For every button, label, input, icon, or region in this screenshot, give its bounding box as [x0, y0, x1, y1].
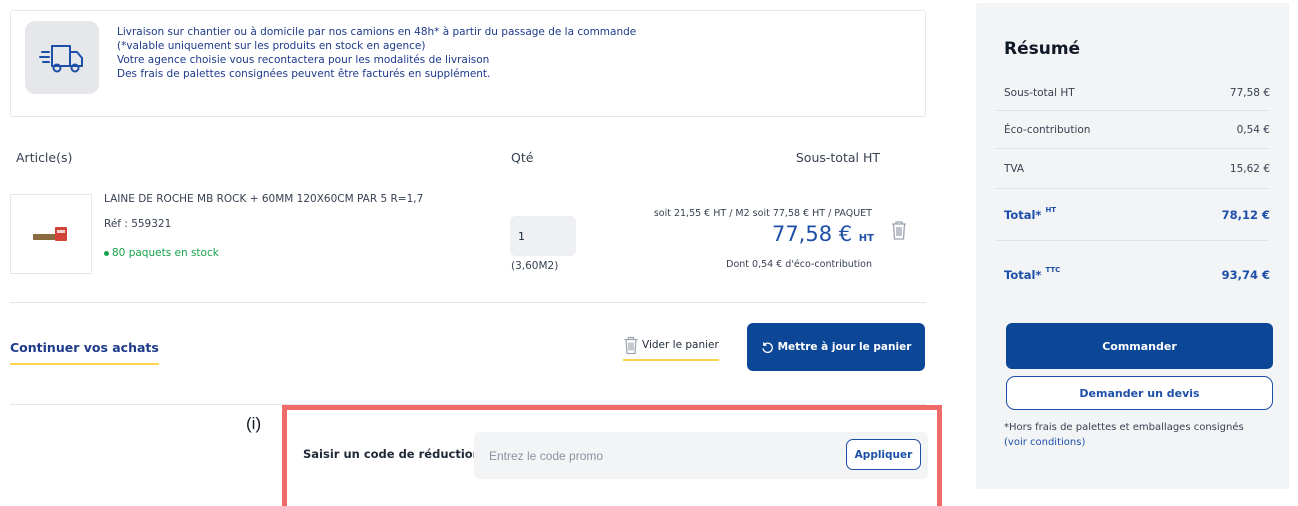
product-name[interactable]: LAINE DE ROCHE MB ROCK + 60MM 120X60CM P…: [104, 193, 423, 205]
summary-row-label: Éco-contribution: [1004, 124, 1091, 136]
summary-divider: [996, 110, 1269, 111]
qty-column-header: Qté: [511, 150, 534, 165]
request-quote-button[interactable]: Demander un devis: [1006, 376, 1273, 410]
subtotal-column-header: Sous-total HT: [795, 150, 880, 165]
update-cart-label: Mettre à jour le panier: [777, 341, 912, 353]
summary-note: *Hors frais de palettes et emballages co…: [1004, 420, 1284, 450]
quantity-input[interactable]: [510, 216, 576, 256]
annotation-label: (i): [246, 414, 262, 433]
conditions-link[interactable]: (voir conditions): [1004, 435, 1284, 450]
summary-row-label: Sous-total HT: [1004, 87, 1075, 99]
empty-cart-button[interactable]: Vider le panier: [623, 333, 719, 361]
total-ttc-label: Total* TTC: [1004, 266, 1061, 282]
summary-row-value: 77,58 €: [1229, 87, 1270, 99]
article-column-header: Article(s): [16, 150, 73, 165]
summary-row: TVA 15,62 €: [1004, 163, 1270, 175]
eco-contribution-note: Dont 0,54 € d'éco-contribution: [726, 259, 872, 270]
summary-title: Résumé: [1004, 39, 1081, 59]
total-ht-value: 78,12 €: [1221, 208, 1270, 222]
item-price-value: 77,58 €: [771, 222, 853, 246]
order-summary-panel: Résumé Sous-total HT 77,58 € Éco-contrib…: [976, 3, 1289, 489]
summary-row-value: 0,54 €: [1236, 124, 1270, 136]
update-cart-button[interactable]: Mettre à jour le panier: [747, 323, 925, 371]
item-price: 77,58 € HT: [690, 222, 874, 246]
trash-icon: [624, 336, 638, 354]
promo-code-input[interactable]: [474, 432, 834, 479]
delivery-info-box: Livraison sur chantier ou à domicile par…: [10, 10, 926, 117]
empty-cart-label: Vider le panier: [642, 338, 719, 351]
order-button[interactable]: Commander: [1006, 323, 1273, 369]
total-ht-sup: HT: [1045, 206, 1057, 214]
product-reference: Réf : 559321: [104, 218, 172, 230]
delivery-line: Des frais de palettes consignées peuvent…: [117, 68, 491, 80]
item-price-suffix: HT: [858, 233, 874, 244]
product-image[interactable]: [10, 194, 92, 274]
promo-code-highlight: Saisir un code de réduction Appliquer: [282, 405, 942, 506]
total-ttc-value: 93,74 €: [1221, 268, 1270, 282]
row-divider: [10, 302, 926, 303]
stock-label: 80 paquets en stock: [112, 247, 219, 259]
truck-icon: [25, 21, 99, 94]
summary-row: Éco-contribution 0,54 €: [1004, 124, 1270, 136]
remove-item-trash-icon[interactable]: [890, 219, 908, 245]
summary-divider: [996, 148, 1269, 149]
summary-note-text: *Hors frais de palettes et emballages co…: [1004, 422, 1244, 433]
promo-code-label: Saisir un code de réduction: [303, 447, 481, 461]
summary-row-label: TVA: [1004, 163, 1025, 175]
quantity-unit: (3,60M2): [511, 260, 559, 272]
refresh-icon: [762, 341, 773, 353]
stock-dot-icon: [104, 250, 109, 256]
total-ht-label: Total* HT: [1004, 206, 1057, 222]
unit-prices: soit 21,55 € HT / M2 soit 77,58 € HT / P…: [653, 208, 872, 219]
total-ttc-row: Total* TTC 93,74 €: [1004, 266, 1270, 282]
total-ht-row: Total* HT 78,12 €: [1004, 206, 1270, 222]
summary-divider: [996, 188, 1269, 189]
summary-row: Sous-total HT 77,58 €: [1004, 87, 1270, 99]
stock-status: 80 paquets en stock: [104, 247, 219, 259]
delivery-line: Livraison sur chantier ou à domicile par…: [117, 26, 637, 38]
delivery-line: (*valable uniquement sur les produits en…: [117, 40, 426, 52]
promo-code-field: Appliquer: [474, 432, 928, 479]
delivery-text: Livraison sur chantier ou à domicile par…: [117, 25, 636, 81]
continue-shopping-link[interactable]: Continuer vos achats: [10, 340, 159, 365]
delivery-line: Votre agence choisie vous recontactera p…: [117, 54, 490, 66]
summary-divider: [996, 240, 1269, 241]
total-ht-text: Total*: [1004, 208, 1042, 222]
apply-promo-button[interactable]: Appliquer: [846, 439, 921, 470]
total-ttc-sup: TTC: [1045, 266, 1061, 274]
summary-row-value: 15,62 €: [1229, 163, 1270, 175]
total-ttc-text: Total*: [1004, 268, 1042, 282]
